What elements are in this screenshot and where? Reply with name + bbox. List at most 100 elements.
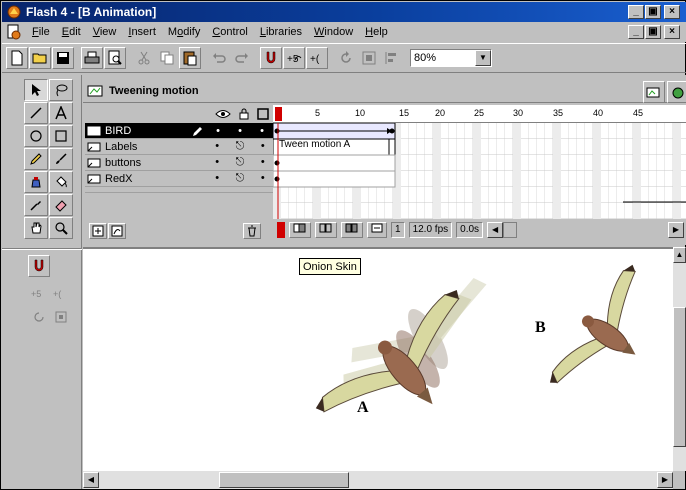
hand-tool[interactable]	[24, 217, 48, 239]
lock-icon[interactable]: ⎋	[236, 156, 245, 169]
scale-modifier-button[interactable]	[50, 307, 72, 327]
delete-layer-button[interactable]	[243, 223, 261, 239]
redo-button[interactable]	[231, 47, 253, 69]
oval-tool[interactable]	[24, 125, 48, 147]
scroll-up-button[interactable]: ▲	[673, 247, 686, 263]
print-preview-button[interactable]	[104, 47, 126, 69]
paste-button[interactable]	[179, 47, 201, 69]
menu-view[interactable]: View	[87, 26, 123, 38]
menu-libraries[interactable]: Libraries	[254, 26, 308, 38]
timeline-scroll-right[interactable]: ▶	[668, 222, 684, 238]
layer-row-buttons[interactable]: buttons • ⎋ •	[85, 155, 273, 171]
menu-control[interactable]: Control	[206, 26, 253, 38]
visibility-dot[interactable]: •	[215, 156, 219, 169]
scroll-left-button[interactable]: ◀	[83, 472, 99, 488]
outline-dot[interactable]: •	[261, 156, 265, 169]
straighten-modifier-button[interactable]: +(	[50, 283, 72, 303]
lock-icon[interactable]: ⎋	[236, 140, 245, 153]
snap-button[interactable]	[260, 47, 282, 69]
onion-skin-button[interactable]	[289, 222, 311, 238]
outline-dot[interactable]: •	[260, 125, 264, 137]
horizontal-scroll-thumb[interactable]	[219, 472, 349, 488]
lock-icon[interactable]: ⎋	[236, 172, 245, 185]
copy-button[interactable]	[156, 47, 178, 69]
menu-edit[interactable]: Edit	[56, 26, 87, 38]
visibility-dot[interactable]: •	[216, 125, 220, 137]
cut-button[interactable]	[133, 47, 155, 69]
timeline-scroll-left[interactable]: ◀	[487, 222, 504, 238]
bird-a[interactable]	[310, 283, 503, 463]
zoom-dropdown[interactable]: 80% ▼	[410, 49, 492, 67]
pencil-tool[interactable]	[24, 148, 48, 170]
snap-modifier-button[interactable]	[28, 255, 50, 277]
open-button[interactable]	[29, 47, 51, 69]
add-guide-button[interactable]	[108, 223, 126, 239]
playhead-marker[interactable]	[275, 107, 282, 121]
layer-row-labels[interactable]: Labels • ⎋ •	[85, 139, 273, 155]
lock-icon[interactable]	[239, 108, 249, 120]
lock-dot[interactable]: •	[238, 125, 242, 137]
menu-window[interactable]: Window	[308, 26, 359, 38]
visibility-dot[interactable]: •	[215, 172, 219, 185]
doc-minimize-button[interactable]: _	[628, 25, 644, 39]
edit-symbol-button[interactable]	[667, 81, 686, 103]
restore-button[interactable]: ▣	[645, 5, 661, 19]
line-tool[interactable]	[24, 102, 48, 124]
ink-bottle-tool[interactable]	[24, 171, 48, 193]
rotate-modifier-button[interactable]	[28, 307, 50, 327]
layer-row-redx[interactable]: RedX • ⎋ •	[85, 171, 273, 187]
stage-vertical-scrollbar[interactable]: ▲	[673, 247, 686, 471]
minimize-button[interactable]: _	[628, 5, 644, 19]
menu-insert[interactable]: Insert	[122, 26, 162, 38]
layer-row-bird[interactable]: BIRD • • •	[85, 123, 273, 139]
menu-help[interactable]: Help	[359, 26, 394, 38]
onion-outline-button[interactable]	[315, 222, 337, 238]
rectangle-tool[interactable]	[49, 125, 73, 147]
eraser-tool[interactable]	[49, 194, 73, 216]
save-button[interactable]	[52, 47, 74, 69]
outline-dot[interactable]: •	[261, 140, 265, 153]
arrow-tool[interactable]	[24, 79, 48, 101]
lasso-tool[interactable]	[49, 79, 73, 101]
scale-button[interactable]	[358, 47, 380, 69]
edit-multiple-frames-button[interactable]	[341, 222, 363, 238]
visibility-dot[interactable]: •	[215, 140, 219, 153]
doc-restore-button[interactable]: ▣	[645, 25, 661, 39]
stage-horizontal-scrollbar[interactable]: ◀ ▶	[83, 471, 673, 489]
stage-canvas[interactable]: A B	[83, 247, 673, 471]
onion-markers-button[interactable]	[367, 222, 387, 238]
eye-icon[interactable]	[215, 108, 231, 120]
vertical-scroll-thumb[interactable]	[673, 307, 686, 447]
timeline-scroll-thumb[interactable]	[503, 222, 518, 238]
smooth-modifier-button[interactable]: +5	[28, 283, 50, 303]
menu-modify[interactable]: Modify	[162, 26, 206, 38]
rotate-button[interactable]	[335, 47, 357, 69]
straighten-button[interactable]: +(	[306, 47, 328, 69]
new-button[interactable]	[6, 47, 28, 69]
add-layer-button[interactable]	[89, 223, 107, 239]
print-button[interactable]	[81, 47, 103, 69]
doc-close-button[interactable]: ×	[664, 25, 680, 39]
frame-ruler[interactable]: 5 10 15 20 25 30 35 40 45	[273, 105, 686, 123]
scroll-right-button[interactable]: ▶	[657, 472, 673, 488]
close-button[interactable]: ×	[664, 5, 680, 19]
align-button[interactable]	[381, 47, 403, 69]
frame-grid[interactable]	[273, 123, 686, 219]
edit-scene-button[interactable]	[643, 81, 665, 103]
magnifier-tool[interactable]	[49, 217, 73, 239]
text-tool[interactable]	[49, 102, 73, 124]
smooth-button[interactable]: +5	[283, 47, 305, 69]
chevron-down-icon[interactable]: ▼	[475, 50, 491, 66]
undo-button[interactable]	[208, 47, 230, 69]
frame-area[interactable]: 5 10 15 20 25 30 35 40 45 Tween motion A…	[273, 105, 686, 241]
title-bar[interactable]: Flash 4 - [B Animation] _ ▣ ×	[2, 2, 686, 22]
outline-dot[interactable]: •	[261, 172, 265, 185]
menu-file[interactable]: File	[26, 26, 56, 38]
layer-name: BIRD	[105, 124, 132, 137]
center-frame-button[interactable]	[277, 222, 285, 238]
brush-tool[interactable]	[49, 148, 73, 170]
outline-icon[interactable]	[257, 108, 269, 120]
paint-bucket-tool[interactable]	[49, 171, 73, 193]
bird-b[interactable]	[542, 259, 673, 414]
dropper-tool[interactable]	[24, 194, 48, 216]
